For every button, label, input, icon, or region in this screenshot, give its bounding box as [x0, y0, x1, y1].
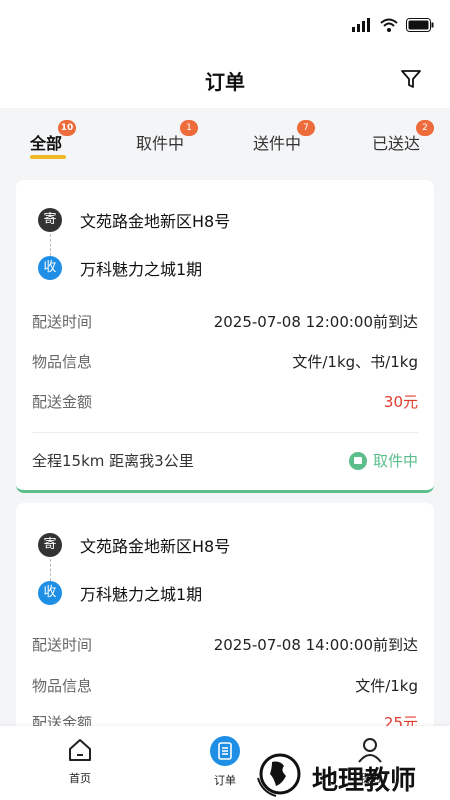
- goods-info-value: 文件/1kg: [355, 677, 418, 695]
- receiver-icon: 收: [38, 581, 62, 605]
- route-connector: [50, 234, 51, 256]
- watermark-text: 地理教师: [312, 766, 417, 796]
- receiver-icon: 收: [38, 256, 62, 280]
- goods-info-row: 物品信息 文件/1kg: [32, 675, 418, 699]
- tab-delivering[interactable]: 送件中 7: [253, 120, 316, 154]
- delivery-fee-row: 配送金额 30元: [32, 391, 418, 415]
- package-icon: [348, 451, 367, 470]
- distance-text: 全程15km 距离我3公里: [32, 452, 194, 470]
- receiver-row: 收 万科魅力之城1期: [38, 581, 202, 605]
- tab-picking-up[interactable]: 取件中 1: [136, 120, 199, 154]
- receiver-row: 收 万科魅力之城1期: [38, 256, 202, 280]
- sender-address: 文苑路金地新区H8号: [80, 212, 231, 231]
- filter-icon[interactable]: [400, 68, 422, 90]
- nav-bar: 订单: [0, 52, 450, 108]
- delivery-fee-value: 30元: [383, 393, 418, 411]
- sender-row: 寄 文苑路金地新区H8号: [38, 208, 230, 232]
- order-status-label: 取件中: [372, 452, 418, 470]
- delivery-time-value: 2025-07-08 12:00:00前到达: [213, 313, 418, 331]
- receiver-address: 万科魅力之城1期: [80, 585, 203, 604]
- delivery-time-label: 配送时间: [32, 636, 93, 654]
- tab-bar: 全部 10 取件中 1 送件中 7 已送达 2: [0, 108, 450, 170]
- tab-badge: 2: [416, 120, 435, 136]
- receiver-address: 万科魅力之城1期: [80, 260, 203, 279]
- delivery-time-row: 配送时间 2025-07-08 12:00:00前到达: [32, 311, 418, 335]
- card-footer: 全程15km 距离我3公里 取件中: [32, 450, 418, 474]
- page-title: 订单: [205, 70, 245, 94]
- tab-delivered[interactable]: 已送达 2: [372, 120, 435, 154]
- tab-label: 取件中: [136, 134, 185, 153]
- battery-icon: [406, 18, 434, 32]
- delivery-time-value: 2025-07-08 14:00:00前到达: [213, 636, 418, 654]
- wifi-icon: [380, 18, 398, 32]
- globe-logo-icon: [257, 753, 301, 797]
- tab-badge: 10: [58, 120, 77, 136]
- tab-all[interactable]: 全部 10: [30, 120, 77, 154]
- bottom-tab-label: 首页: [69, 772, 91, 785]
- watermark: 地理教师: [250, 748, 450, 800]
- tab-label: 全部: [30, 134, 63, 153]
- goods-info-label: 物品信息: [32, 677, 93, 695]
- divider: [32, 432, 418, 433]
- tab-label: 送件中: [253, 134, 302, 153]
- goods-info-label: 物品信息: [32, 353, 93, 371]
- goods-info-row: 物品信息 文件/1kg、书/1kg: [32, 351, 418, 375]
- tab-label: 已送达: [372, 134, 421, 153]
- goods-info-value: 文件/1kg、书/1kg: [292, 353, 418, 371]
- delivery-fee-label: 配送金额: [32, 393, 93, 411]
- active-tab-indicator: [30, 155, 66, 159]
- order-card[interactable]: 寄 文苑路金地新区H8号 收 万科魅力之城1期 配送时间 2025-07-08 …: [16, 180, 434, 493]
- orders-icon: [210, 736, 240, 766]
- delivery-time-row: 配送时间 2025-07-08 14:00:00前到达: [32, 634, 418, 658]
- order-card[interactable]: 寄 文苑路金地新区H8号 收 万科魅力之城1期 配送时间 2025-07-08 …: [16, 503, 434, 763]
- sender-icon: 寄: [38, 208, 62, 232]
- route-connector: [50, 559, 51, 581]
- tab-badge: 1: [180, 120, 199, 136]
- sender-icon: 寄: [38, 533, 62, 557]
- bottom-tab-home[interactable]: 首页: [40, 736, 120, 786]
- sender-address: 文苑路金地新区H8号: [80, 537, 231, 556]
- status-bar: [0, 0, 450, 52]
- tab-badge: 7: [297, 120, 316, 136]
- signal-icon: [352, 18, 370, 32]
- order-status: 取件中: [348, 450, 418, 471]
- home-icon: [69, 739, 91, 761]
- sender-row: 寄 文苑路金地新区H8号: [38, 533, 230, 557]
- delivery-time-label: 配送时间: [32, 313, 93, 331]
